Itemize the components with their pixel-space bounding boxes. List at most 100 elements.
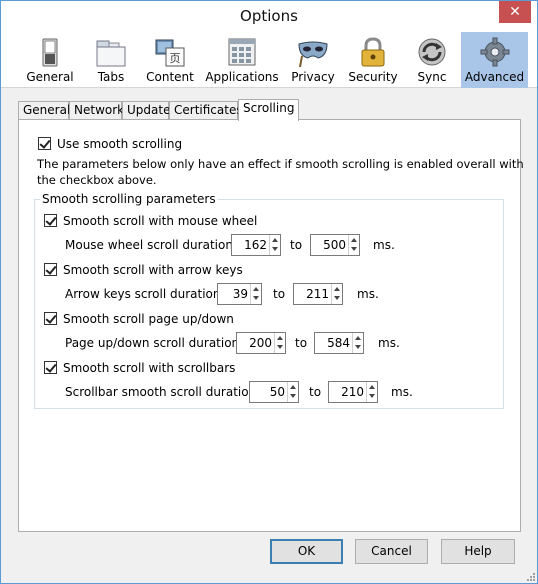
close-icon: ✕ [509, 4, 521, 20]
switch-icon [42, 38, 58, 67]
smooth-scroll-mouse-wheel-label[interactable]: Smooth scroll with mouse wheel [63, 214, 257, 228]
spinner-arrows[interactable] [348, 235, 359, 255]
scrolling-panel: Use smooth scrolling The parameters belo… [18, 119, 524, 532]
arrow-keys-max-spinner[interactable]: 211 [293, 283, 343, 305]
down-arrow-icon[interactable] [334, 296, 340, 300]
description-line-1: The parameters below only have an effect… [37, 157, 524, 171]
subtab-update[interactable]: Update [122, 101, 170, 120]
pane-content[interactable]: 页 Content [142, 32, 198, 88]
spinner-arrows[interactable] [331, 284, 342, 304]
close-button[interactable]: ✕ [499, 1, 531, 23]
pane-label: Privacy [291, 70, 335, 84]
spinner-value: 50 [269, 385, 285, 399]
up-arrow-icon[interactable] [369, 385, 375, 389]
down-arrow-icon[interactable] [272, 247, 278, 251]
pane-sync[interactable]: Sync [407, 32, 457, 88]
pane-security[interactable]: Security [344, 32, 402, 88]
ms-label: ms. [373, 238, 395, 252]
subtab-network[interactable]: Network [69, 101, 124, 120]
use-smooth-scrolling-label[interactable]: Use smooth scrolling [57, 137, 182, 151]
scrollbar-max-spinner[interactable]: 210 [328, 381, 378, 403]
smooth-scrolling-parameters-group: Smooth scrolling parameters Smooth scrol… [34, 192, 504, 409]
description-line-2: the checkbox above. [37, 173, 157, 187]
spinner-arrows[interactable] [250, 284, 261, 304]
spinner-value: 584 [327, 336, 350, 350]
spinner-arrows[interactable] [352, 333, 363, 353]
ok-button[interactable]: OK [270, 539, 343, 564]
smooth-scroll-mouse-wheel-checkbox[interactable] [44, 214, 57, 227]
smooth-scroll-scrollbars-checkbox[interactable] [44, 361, 57, 374]
arrow-keys-min-spinner[interactable]: 39 [217, 283, 262, 305]
up-arrow-icon[interactable] [253, 287, 259, 291]
spinner-value: 200 [249, 336, 272, 350]
ms-label: ms. [378, 336, 400, 350]
spinner-arrows[interactable] [366, 382, 377, 402]
page-up-down-duration-label: Page up/down scroll duration: [65, 336, 244, 350]
pane-toolbar: General Tabs 页 Content Applications Priv… [1, 32, 537, 88]
help-button[interactable]: Help [441, 539, 515, 564]
mouse-wheel-max-spinner[interactable]: 500 [310, 234, 360, 256]
smooth-scroll-page-up-down-checkbox[interactable] [44, 312, 57, 325]
svg-text:页: 页 [170, 52, 181, 65]
to-label: to [290, 238, 303, 252]
scrollbar-min-spinner[interactable]: 50 [249, 381, 299, 403]
down-arrow-icon[interactable] [290, 394, 296, 398]
spinner-value: 211 [306, 287, 329, 301]
spinner-value: 210 [341, 385, 364, 399]
down-arrow-icon[interactable] [351, 247, 357, 251]
to-label: to [295, 336, 308, 350]
mouse-wheel-min-spinner[interactable]: 162 [231, 234, 281, 256]
up-arrow-icon[interactable] [351, 238, 357, 242]
options-window: Options ✕ General Tabs 页 Content Applica… [0, 0, 538, 584]
up-arrow-icon[interactable] [290, 385, 296, 389]
down-arrow-icon[interactable] [253, 296, 259, 300]
resize-grip-icon[interactable] [525, 571, 535, 581]
padlock-icon [361, 37, 385, 67]
smooth-scroll-arrow-keys-checkbox[interactable] [44, 263, 57, 276]
use-smooth-scrolling-checkbox[interactable] [38, 137, 51, 150]
pane-general[interactable]: General [21, 32, 79, 88]
ms-label: ms. [391, 385, 413, 399]
spinner-arrows[interactable] [274, 333, 285, 353]
to-label: to [309, 385, 322, 399]
smooth-scroll-scrollbars-label[interactable]: Smooth scroll with scrollbars [63, 361, 235, 375]
up-arrow-icon[interactable] [355, 336, 361, 340]
smooth-scroll-page-up-down-label[interactable]: Smooth scroll page up/down [63, 312, 234, 326]
spinner-arrows[interactable] [287, 382, 298, 402]
subtab-scrolling[interactable]: Scrolling [238, 99, 299, 121]
spinner-value: 500 [323, 238, 346, 252]
down-arrow-icon[interactable] [369, 394, 375, 398]
mouse-wheel-duration-label: Mouse wheel scroll duration: [65, 238, 237, 252]
pane-label: Content [146, 70, 194, 84]
window-title: Options [240, 7, 298, 25]
pane-privacy[interactable]: Privacy [287, 32, 339, 88]
up-arrow-icon[interactable] [334, 287, 340, 291]
subtab-certificates[interactable]: Certificates [169, 101, 243, 120]
up-arrow-icon[interactable] [277, 336, 283, 340]
pane-label: Security [348, 70, 398, 84]
down-arrow-icon[interactable] [355, 345, 361, 349]
ms-label: ms. [357, 287, 379, 301]
content-icon: 页 [155, 39, 185, 67]
spinner-arrows[interactable] [269, 235, 280, 255]
group-title: Smooth scrolling parameters [40, 192, 218, 206]
page-up-down-min-spinner[interactable]: 200 [236, 332, 286, 354]
spinner-value: 39 [232, 287, 248, 301]
applications-icon [228, 38, 256, 66]
pane-label: General [26, 70, 74, 84]
to-label: to [273, 287, 286, 301]
cancel-button[interactable]: Cancel [355, 539, 428, 564]
gear-icon [480, 37, 509, 67]
pane-label: Applications [205, 70, 279, 84]
pane-tabs[interactable]: Tabs [86, 32, 136, 88]
up-arrow-icon[interactable] [272, 238, 278, 242]
down-arrow-icon[interactable] [277, 345, 283, 349]
smooth-scroll-arrow-keys-label[interactable]: Smooth scroll with arrow keys [63, 263, 243, 277]
arrow-keys-duration-label: Arrow keys scroll duration: [65, 287, 225, 301]
pane-applications[interactable]: Applications [203, 32, 281, 88]
pane-advanced[interactable]: Advanced [461, 32, 528, 88]
page-up-down-max-spinner[interactable]: 584 [314, 332, 364, 354]
tabs-icon [96, 40, 126, 67]
subtab-general[interactable]: General [18, 101, 70, 120]
title-bar[interactable]: Options ✕ [1, 1, 537, 32]
